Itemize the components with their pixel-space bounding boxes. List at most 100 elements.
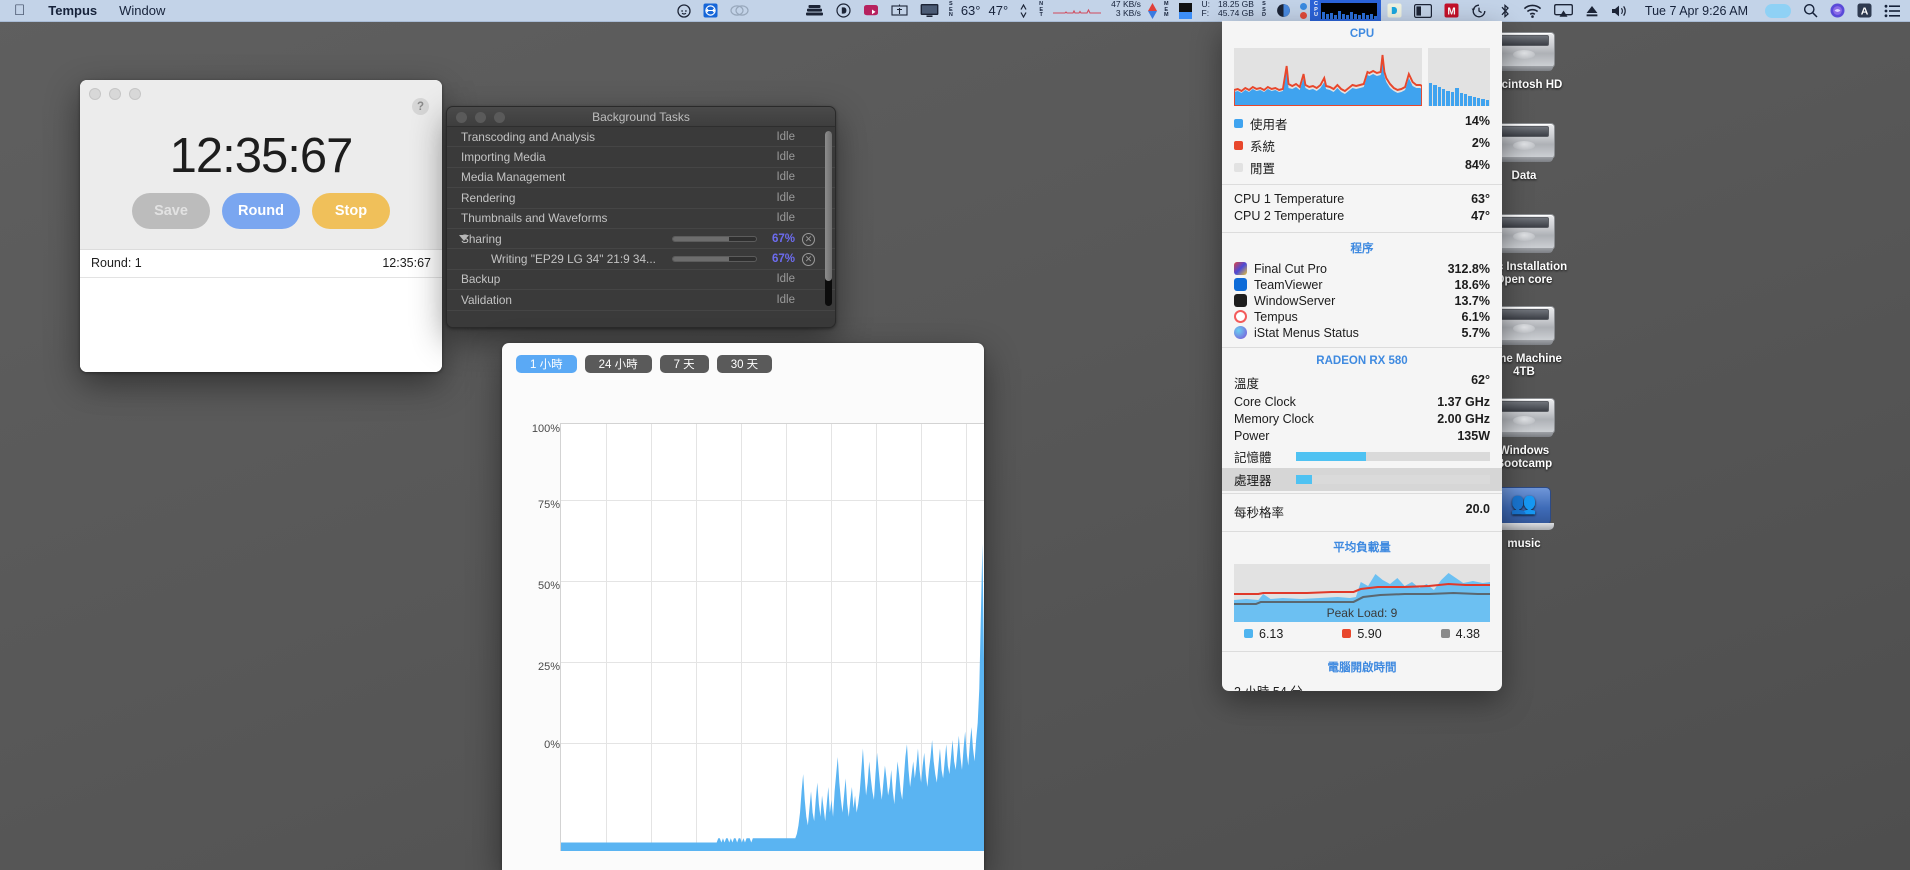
memory-values[interactable]: 18.25 GB 45.74 GB bbox=[1214, 0, 1258, 22]
list-item[interactable]: WindowServer 13.7% bbox=[1222, 293, 1502, 309]
y-axis-tick: 75% bbox=[537, 499, 560, 511]
tab-24-hours[interactable]: 24 小時 bbox=[584, 355, 652, 373]
tab-7-days[interactable]: 7 天 bbox=[659, 355, 709, 373]
zoom-button[interactable] bbox=[494, 112, 505, 123]
istat-icon bbox=[1234, 326, 1247, 339]
minimize-button[interactable] bbox=[109, 88, 121, 100]
stacks-icon[interactable] bbox=[799, 0, 830, 22]
cpu-history-graph[interactable] bbox=[1234, 48, 1422, 106]
cpu-core-bars[interactable] bbox=[1428, 48, 1490, 106]
task-status: Idle bbox=[776, 273, 795, 286]
task-name: Thumbnails and Waveforms bbox=[461, 211, 608, 226]
gpu-core-clock-label: Core Clock bbox=[1234, 395, 1296, 409]
table-row[interactable]: Rendering Idle bbox=[447, 188, 835, 209]
net-label: NET bbox=[1039, 1, 1044, 19]
disclosure-triangle-icon[interactable] bbox=[459, 234, 469, 241]
cpu2-temp-value: 47° bbox=[1471, 209, 1490, 223]
teamviewer-icon[interactable] bbox=[697, 0, 724, 22]
time-range-tabs: 1 小時 24 小時 7 天 30 天 bbox=[502, 343, 984, 381]
fps-label: 每秒格率 bbox=[1234, 506, 1285, 520]
table-row[interactable]: Writing "EP29 LG 34" 21:9 34... 67% ✕ bbox=[447, 249, 835, 270]
usb-icon[interactable] bbox=[885, 0, 914, 22]
airplay-icon[interactable] bbox=[1548, 0, 1579, 22]
cancel-task-icon[interactable]: ✕ bbox=[802, 232, 815, 246]
scrollbar[interactable] bbox=[825, 131, 832, 306]
dropbox-app-icon[interactable] bbox=[830, 0, 857, 22]
mega-icon[interactable]: M bbox=[1438, 0, 1465, 22]
menu-app-name[interactable]: Tempus bbox=[37, 0, 108, 22]
process-cpu-value: 18.6% bbox=[1454, 277, 1490, 292]
search-icon[interactable] bbox=[1797, 0, 1824, 22]
gpu-power-value: 135W bbox=[1457, 429, 1490, 443]
bartender-icon[interactable] bbox=[857, 0, 885, 22]
minimize-button[interactable] bbox=[475, 112, 486, 123]
gpu-memory-clock-row: Memory Clock 2.00 GHz bbox=[1222, 411, 1502, 428]
input-source-icon[interactable]: A bbox=[1851, 0, 1878, 22]
network-graph[interactable] bbox=[1047, 0, 1107, 22]
list-item[interactable]: TeamViewer 18.6% bbox=[1222, 277, 1502, 293]
chart-canvas[interactable] bbox=[560, 423, 984, 851]
tab-1-hour[interactable]: 1 小時 bbox=[516, 355, 577, 373]
background-tasks-window: Background Tasks Transcoding and Analysi… bbox=[446, 106, 836, 328]
processes-section: 程序 Final Cut Pro 312.8% TeamViewer 18.6%… bbox=[1222, 233, 1502, 348]
siri-icon[interactable] bbox=[671, 0, 697, 22]
cpu2-temp-row: CPU 2 Temperature 47° bbox=[1222, 208, 1502, 225]
disk-pie-icon[interactable] bbox=[1270, 0, 1297, 22]
memory-bar[interactable] bbox=[1173, 0, 1198, 22]
table-row[interactable]: Media Management Idle bbox=[447, 168, 835, 189]
displays-menubar-icon[interactable] bbox=[1408, 0, 1438, 22]
wifi-icon[interactable] bbox=[1517, 0, 1548, 22]
final-cut-pro-icon bbox=[1234, 262, 1247, 275]
close-button[interactable] bbox=[456, 112, 467, 123]
dropbox-menubar-icon[interactable] bbox=[1381, 0, 1408, 22]
help-button[interactable]: ? bbox=[412, 98, 429, 115]
clock[interactable]: Tue 7 Apr 9:26 AM bbox=[1634, 0, 1759, 22]
close-button[interactable] bbox=[89, 88, 101, 100]
cancel-task-icon[interactable]: ✕ bbox=[802, 253, 815, 267]
siri-orb-icon[interactable] bbox=[1824, 0, 1851, 22]
window-controls[interactable] bbox=[456, 112, 505, 123]
tab-30-days[interactable]: 30 天 bbox=[716, 355, 773, 373]
y-axis-tick: 0% bbox=[544, 739, 560, 751]
uptime-section: 電腦開啟時間 2 小時 54 分 bbox=[1222, 652, 1502, 692]
hard-drive-icon bbox=[1493, 208, 1555, 256]
table-row[interactable]: Transcoding and Analysis Idle bbox=[447, 127, 835, 148]
time-machine-icon[interactable] bbox=[1465, 0, 1493, 22]
list-item[interactable]: Round: 1 12:35:67 bbox=[80, 250, 442, 278]
stop-button[interactable]: Stop bbox=[312, 193, 390, 229]
list-item[interactable]: Tempus 6.1% bbox=[1222, 309, 1502, 325]
menu-window[interactable]: Window bbox=[108, 0, 176, 22]
zoom-button[interactable] bbox=[129, 88, 141, 100]
list-item[interactable]: Final Cut Pro 312.8% bbox=[1222, 261, 1502, 277]
table-row[interactable]: Validation Idle bbox=[447, 290, 835, 311]
load-average-graph[interactable]: Peak Load: 9 bbox=[1234, 563, 1490, 622]
save-button[interactable]: Save bbox=[132, 193, 210, 229]
apple-menu-icon[interactable]:  bbox=[0, 3, 37, 18]
gpu-memory-clock-label: Memory Clock bbox=[1234, 412, 1314, 426]
volume-icon[interactable] bbox=[1605, 0, 1634, 22]
uptime-section-header: 電腦開啟時間 bbox=[1327, 661, 1397, 674]
bluetooth-icon[interactable] bbox=[1493, 0, 1517, 22]
display-icon[interactable] bbox=[914, 0, 945, 22]
table-row[interactable]: Thumbnails and Waveforms Idle bbox=[447, 209, 835, 229]
table-row[interactable]: Backup Idle bbox=[447, 270, 835, 291]
sensor-gpu-temp[interactable]: 47° bbox=[985, 0, 1013, 22]
table-row[interactable]: Sharing 67% ✕ bbox=[447, 229, 835, 250]
window-controls[interactable] bbox=[89, 88, 141, 100]
memory-labels: U: F: bbox=[1198, 0, 1215, 22]
cpu-legend-label: 系統 bbox=[1250, 139, 1276, 154]
round-button[interactable]: Round bbox=[222, 193, 300, 229]
list-item[interactable]: iStat Menus Status 5.7% bbox=[1222, 325, 1502, 341]
table-row[interactable]: Importing Media Idle bbox=[447, 147, 835, 168]
eject-icon[interactable] bbox=[1579, 0, 1605, 22]
task-progress-pct: 67% bbox=[771, 253, 795, 266]
net-arrows bbox=[1145, 0, 1160, 22]
control-center-icon[interactable] bbox=[1878, 0, 1910, 22]
fps-row: 每秒格率 20.0 bbox=[1222, 501, 1502, 523]
sensor-cpu-temp[interactable]: 63° bbox=[957, 0, 985, 22]
adobe-creative-cloud-icon[interactable] bbox=[724, 0, 755, 22]
cpu-menubar-item[interactable]: CPU bbox=[1309, 0, 1381, 22]
process-name: Final Cut Pro bbox=[1254, 261, 1327, 276]
round-list: Round: 1 12:35:67 bbox=[80, 250, 442, 372]
network-rates[interactable]: 47 KB/s 3 KB/s bbox=[1107, 0, 1145, 22]
